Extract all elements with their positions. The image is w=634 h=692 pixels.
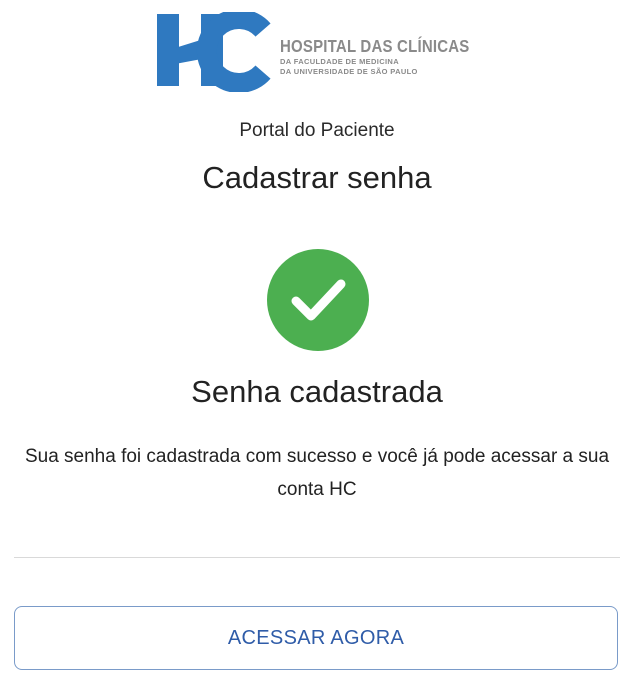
- access-now-button[interactable]: ACESSAR AGORA: [14, 606, 618, 670]
- divider: [14, 557, 620, 558]
- hc-logo: HOSPITAL DAS CLÍNICAS DA FACULDADE DE ME…: [155, 12, 485, 92]
- success-title: Senha cadastrada: [191, 374, 443, 409]
- logo-line-3: DA UNIVERSIDADE DE SÃO PAULO: [280, 66, 418, 76]
- logo-line-2: DA FACULDADE DE MEDICINA: [280, 57, 399, 66]
- logo-line-1: HOSPITAL DAS CLÍNICAS: [280, 36, 470, 57]
- hc-logo-mark-icon: [157, 12, 271, 92]
- portal-label: Portal do Paciente: [239, 120, 395, 141]
- hc-logo-text: HOSPITAL DAS CLÍNICAS DA FACULDADE DE ME…: [280, 38, 490, 75]
- check-circle-icon: [267, 249, 369, 351]
- success-message: Sua senha foi cadastrada com sucesso e v…: [24, 446, 610, 500]
- page-title: Cadastrar senha: [202, 160, 432, 195]
